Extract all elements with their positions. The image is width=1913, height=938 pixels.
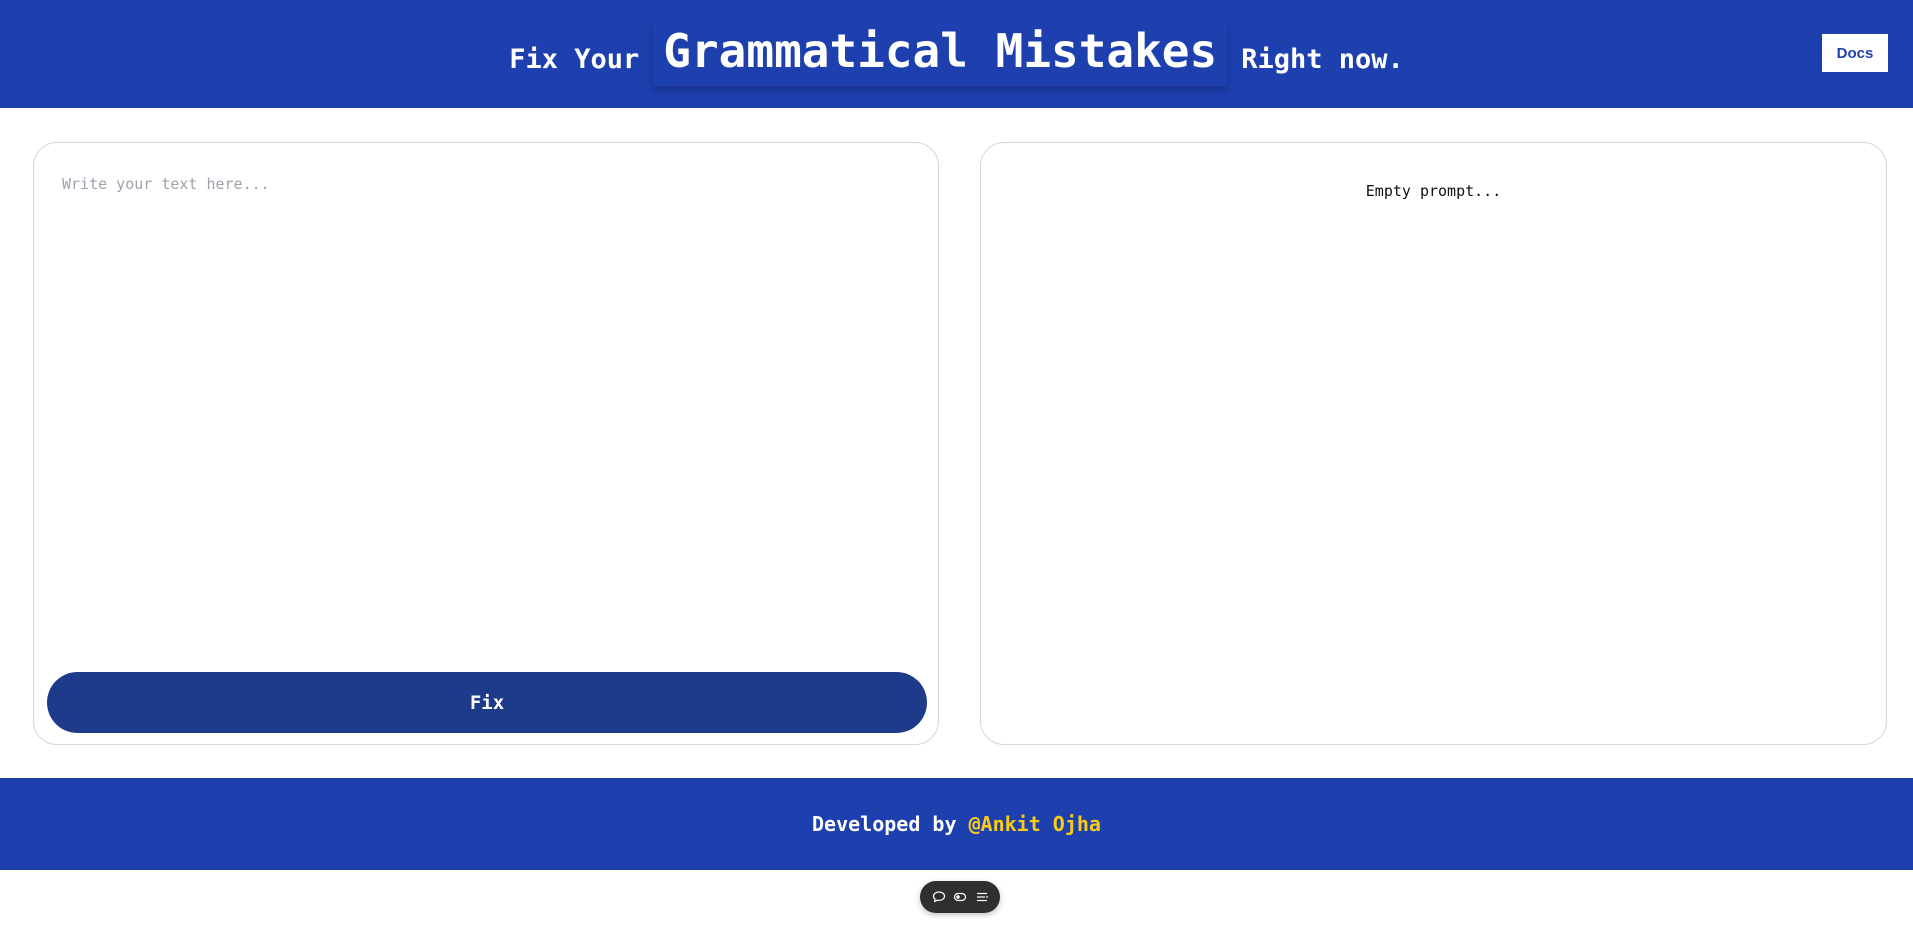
header-bar: Fix Your Grammatical Mistakes Right now.… <box>0 0 1913 108</box>
floating-toolbar <box>920 881 1000 913</box>
headline-suffix: Right now. <box>1241 43 1404 75</box>
author-link[interactable]: @Ankit Ojha <box>969 812 1101 836</box>
chat-icon[interactable] <box>930 888 948 906</box>
text-input[interactable] <box>60 173 910 653</box>
docs-button[interactable]: Docs <box>1822 34 1888 72</box>
toggle-icon[interactable] <box>951 888 969 906</box>
list-icon[interactable] <box>973 888 991 906</box>
output-text: Empty prompt... <box>1365 182 1502 200</box>
footer-bar: Developed by @Ankit Ojha <box>0 778 1913 870</box>
page-headline: Fix Your Grammatical Mistakes Right now. <box>0 0 1913 108</box>
fix-button[interactable]: Fix <box>47 672 927 733</box>
headline-prefix: Fix Your <box>509 43 640 75</box>
output-panel: Empty prompt... <box>980 142 1887 745</box>
input-panel: Fix <box>33 142 939 745</box>
headline-highlight: Grammatical Mistakes <box>653 22 1228 86</box>
footer-credit-prefix: Developed by <box>812 812 957 836</box>
